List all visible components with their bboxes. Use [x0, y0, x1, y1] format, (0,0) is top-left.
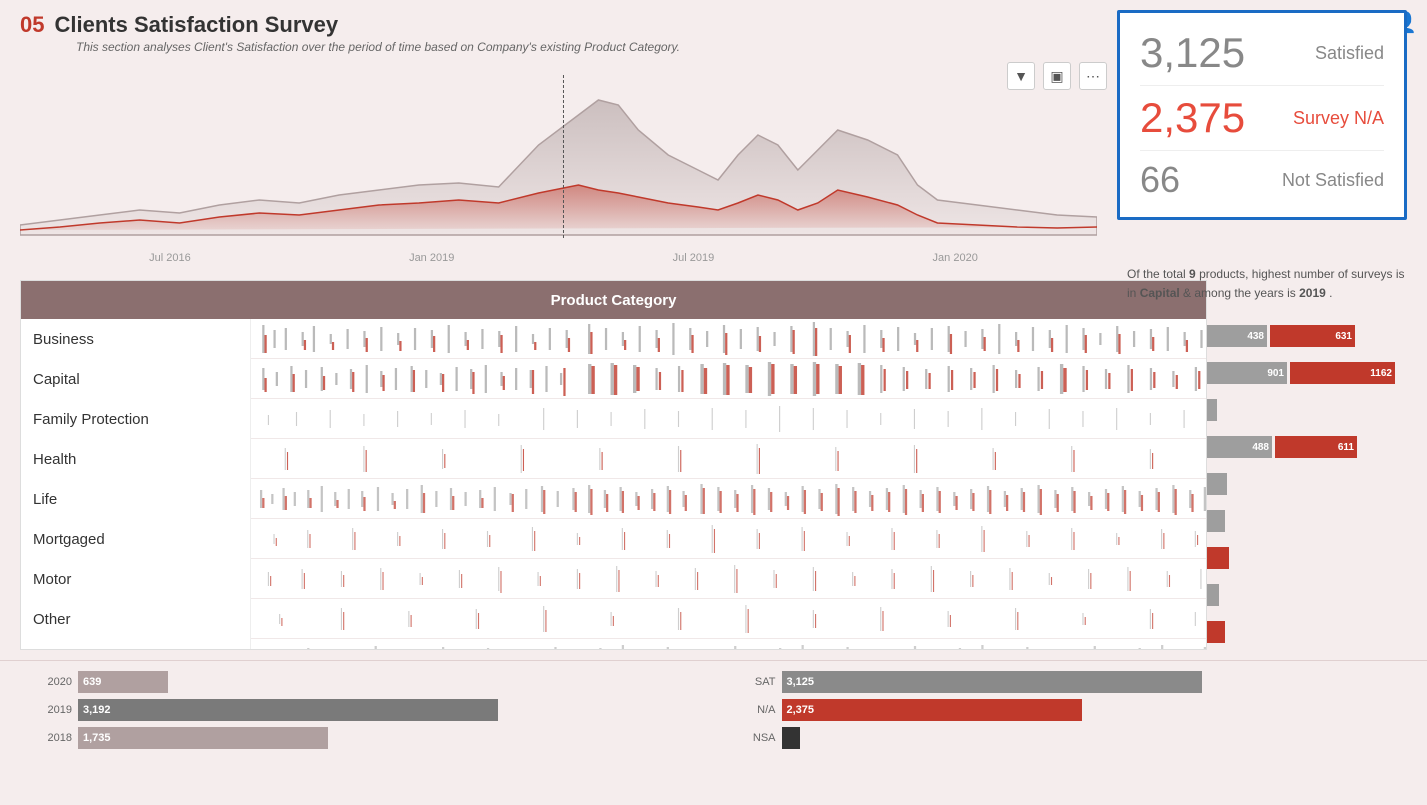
insight-text-end: & among the years is — [1183, 286, 1299, 300]
not-satisfied-label: Not Satisfied — [1282, 170, 1384, 191]
chart-row-motor — [251, 559, 1206, 599]
stats-bars-panel: 438 631 901 1162 488 611 — [1207, 318, 1407, 650]
insight-year: 2019 — [1299, 286, 1326, 300]
stat-row-health: 488 611 — [1207, 429, 1407, 466]
chart-row-business — [251, 319, 1206, 359]
product-category-header: Product Category — [21, 281, 1206, 319]
sat-label-sat: SAT — [744, 676, 776, 688]
stat-red-property — [1207, 621, 1225, 643]
insight-panel: Of the total 9 products, highest number … — [1127, 265, 1407, 303]
year-bars-panel: 2020 639 2019 3,192 2018 1,735 — [0, 661, 724, 805]
kpi-card: 3,125 Satisfied 2,375 Survey N/A 66 Not … — [1117, 10, 1407, 220]
sat-label-na: N/A — [744, 704, 776, 716]
satisfied-label: Satisfied — [1315, 43, 1384, 64]
product-grid: Business Capital Family Protection Healt… — [21, 319, 1206, 649]
chart-row-property — [251, 639, 1206, 649]
timeline-chart — [20, 75, 1097, 245]
year-bar-2018: 2018 1,735 — [40, 727, 704, 749]
not-satisfied-count: 66 — [1140, 159, 1180, 201]
year-bar-val-2019: 3,192 — [78, 699, 498, 721]
chart-row-life — [251, 479, 1206, 519]
stat-row-motor — [1207, 539, 1407, 576]
stat-row-family — [1207, 392, 1407, 429]
stat-row-business: 438 631 — [1207, 318, 1407, 355]
stat-row-property — [1207, 613, 1407, 650]
year-bar-2019: 2019 3,192 — [40, 699, 704, 721]
stat-row-other — [1207, 576, 1407, 613]
stat-red-capital: 1162 — [1290, 362, 1395, 384]
report-subtitle: This section analyses Client's Satisfact… — [20, 40, 680, 54]
stat-gray-life — [1207, 473, 1227, 495]
survey-na-label: Survey N/A — [1293, 108, 1384, 129]
chart-row-family-protection — [251, 399, 1206, 439]
sat-bar-sat: SAT 3,125 — [744, 671, 1408, 693]
stat-gray-other — [1207, 584, 1219, 606]
survey-na-count: 2,375 — [1140, 94, 1245, 142]
sat-label-nsa: NSA — [744, 732, 776, 744]
category-mortgaged[interactable]: Mortgaged — [21, 519, 250, 559]
stat-gray-health: 488 — [1207, 436, 1272, 458]
sat-bar-val-sat: 3,125 — [782, 671, 1202, 693]
stat-gray-business: 438 — [1207, 325, 1267, 347]
report-number: 05 — [20, 12, 44, 38]
timeline-axis: Jul 2016 Jan 2019 Jul 2019 Jan 2020 — [20, 250, 1097, 264]
insight-period: . — [1329, 286, 1332, 300]
insight-highlight: Capital — [1140, 286, 1180, 300]
product-category-table: Product Category Business Capital Family… — [20, 280, 1207, 650]
sat-bar-val-na: 2,375 — [782, 699, 1082, 721]
sat-bars-panel: SAT 3,125 N/A 2,375 NSA — [724, 661, 1427, 805]
satisfied-count: 3,125 — [1140, 29, 1245, 77]
year-bar-2020: 2020 639 — [40, 671, 704, 693]
year-bar-val-2018: 1,735 — [78, 727, 328, 749]
insight-text-before: Of the total — [1127, 267, 1189, 281]
product-labels-column: Business Capital Family Protection Healt… — [21, 319, 251, 649]
chart-row-capital — [251, 359, 1206, 399]
stat-row-capital: 901 1162 — [1207, 355, 1407, 392]
year-bar-val-2020: 639 — [78, 671, 168, 693]
sat-bar-na: N/A 2,375 — [744, 699, 1408, 721]
stat-row-mortgaged — [1207, 502, 1407, 539]
year-label-2019: 2019 — [40, 704, 72, 716]
category-property[interactable]: Property — [21, 639, 250, 650]
category-family-protection[interactable]: Family Protection — [21, 399, 250, 439]
year-label-2018: 2018 — [40, 732, 72, 744]
page-container: 05 Clients Satisfaction Survey This sect… — [0, 0, 1427, 805]
category-motor[interactable]: Motor — [21, 559, 250, 599]
sparkline-area — [251, 319, 1206, 649]
report-title: Clients Satisfaction Survey — [54, 12, 338, 38]
chart-row-health — [251, 439, 1206, 479]
category-other[interactable]: Other — [21, 599, 250, 639]
chart-row-other — [251, 599, 1206, 639]
axis-label-1: Jul 2016 — [149, 252, 191, 264]
axis-label-4: Jan 2020 — [933, 252, 978, 264]
stat-gray-capital: 901 — [1207, 362, 1287, 384]
category-capital[interactable]: Capital — [21, 359, 250, 399]
chart-row-mortgaged — [251, 519, 1206, 559]
stat-gray-mortgaged — [1207, 510, 1225, 532]
category-health[interactable]: Health — [21, 439, 250, 479]
sat-bar-val-nsa — [782, 727, 800, 749]
axis-label-3: Jul 2019 — [673, 252, 715, 264]
stat-red-health: 611 — [1275, 436, 1357, 458]
stat-red-business: 631 — [1270, 325, 1355, 347]
stat-red-motor — [1207, 547, 1229, 569]
stat-gray-family — [1207, 399, 1217, 421]
category-business[interactable]: Business — [21, 319, 250, 359]
sat-bar-nsa: NSA — [744, 727, 1408, 749]
timeline-section: Jul 2016 Jan 2019 Jul 2019 Jan 2020 — [20, 75, 1097, 275]
year-label-2020: 2020 — [40, 676, 72, 688]
stat-row-life — [1207, 466, 1407, 503]
bottom-section: 2020 639 2019 3,192 2018 1,735 SAT 3,125 — [0, 660, 1427, 805]
axis-label-2: Jan 2019 — [409, 252, 454, 264]
insight-count: 9 — [1189, 267, 1196, 281]
category-life[interactable]: Life — [21, 479, 250, 519]
